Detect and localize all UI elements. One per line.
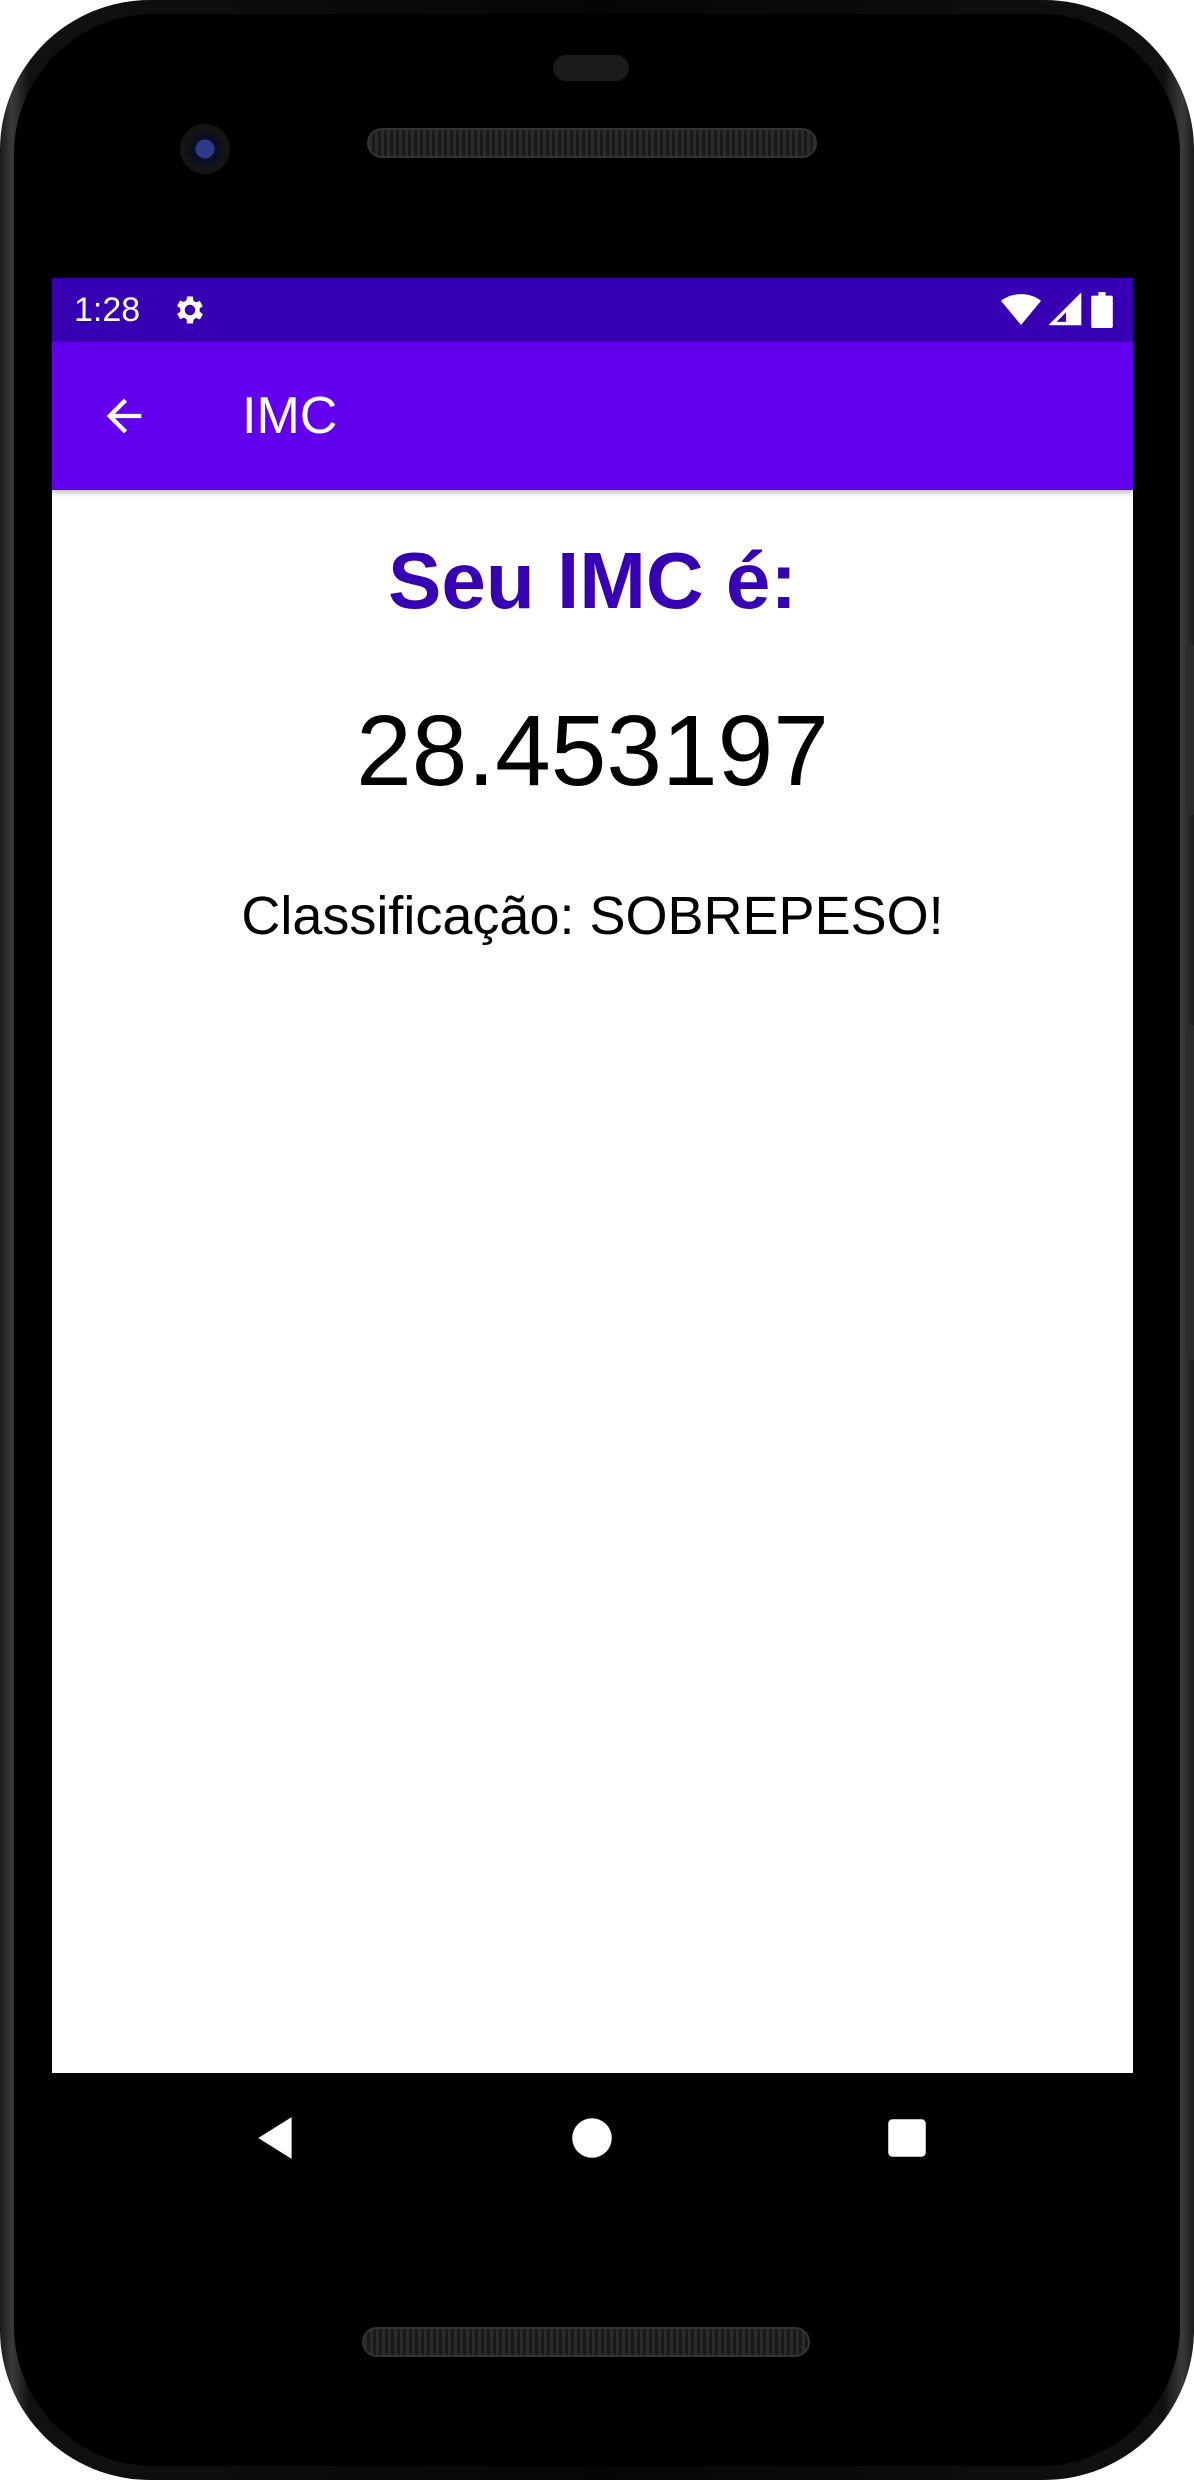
system-navigation-bar xyxy=(52,2073,1133,2203)
recents-square-icon[interactable] xyxy=(882,2113,932,2163)
app-screen: 1:28 IMC Seu IMC é: 28.453197 Classifica… xyxy=(52,278,1133,2073)
phone-frame: 1:28 IMC Seu IMC é: 28.453197 Classifica… xyxy=(0,0,1194,2480)
power-button xyxy=(1186,645,1194,815)
top-speaker-grille xyxy=(367,128,817,158)
status-icons xyxy=(1001,291,1113,329)
settings-icon xyxy=(177,296,203,324)
back-triangle-icon[interactable] xyxy=(252,2113,302,2163)
bmi-value: 28.453197 xyxy=(356,695,829,807)
toolbar-title: IMC xyxy=(242,387,338,445)
signal-icon xyxy=(1049,293,1082,326)
wifi-icon xyxy=(1001,294,1041,325)
volume-button xyxy=(1186,1025,1194,1360)
result-heading: Seu IMC é: xyxy=(388,536,797,625)
status-bar: 1:28 xyxy=(52,278,1133,342)
proximity-sensor xyxy=(553,55,629,81)
front-camera xyxy=(180,124,230,174)
bmi-classification: Classificação: SOBREPESO! xyxy=(241,886,944,946)
bottom-speaker-grille xyxy=(362,2327,810,2357)
app-toolbar: IMC xyxy=(52,342,1133,490)
battery-icon xyxy=(1091,292,1113,328)
status-time: 1:28 xyxy=(74,291,141,329)
home-circle-icon[interactable] xyxy=(567,2113,617,2163)
arrow-back-icon[interactable] xyxy=(98,390,150,442)
